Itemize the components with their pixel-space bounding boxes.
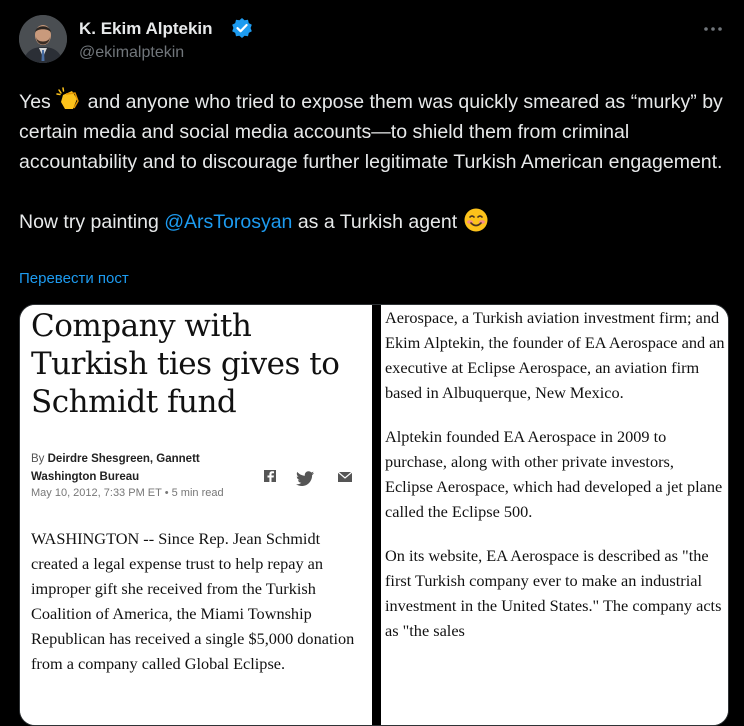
- article-right-panel: Aerospace, a Turkish aviation investment…: [381, 305, 728, 725]
- article-body-left: WASHINGTON -- Since Rep. Jean Schmidt cr…: [31, 529, 355, 673]
- article-body-right: Aerospace, a Turkish aviation investment…: [385, 305, 725, 662]
- tweet-paragraph-2: Now try painting @ArsTorosyan as a Turki…: [19, 207, 729, 237]
- tweet-header: K. Ekim Alptekin @ekimalptekin: [19, 15, 729, 67]
- smiling-face-emoji: [464, 208, 488, 232]
- article-right-paragraph-2: Alptekin founded EA Aerospace in 2009 to…: [385, 427, 723, 521]
- article-right-paragraph-3: On its website, EA Aerospace is describe…: [385, 546, 722, 640]
- article-date: May 10, 2012, 7:33 PM ET • 5 min read: [31, 487, 224, 499]
- article-right-paragraph-1: Aerospace, a Turkish aviation investment…: [385, 308, 725, 402]
- email-icon: [337, 471, 353, 482]
- article-left-panel: Company with Turkish ties gives to Schmi…: [20, 305, 372, 725]
- author-handle[interactable]: @ekimalptekin: [79, 44, 184, 62]
- facebook-icon: [264, 470, 276, 482]
- tweet-text-segment: and anyone who tried to expose them was …: [19, 91, 723, 173]
- tweet-paragraph-1: Yes and anyone who tried to expose them …: [19, 87, 729, 177]
- clapping-hands-emoji: [56, 87, 80, 109]
- byline-bureau: Washington Bureau: [31, 471, 140, 483]
- tweet-text-segment: as a Turkish agent: [292, 211, 463, 233]
- author-avatar[interactable]: [19, 15, 67, 63]
- image-divider: [372, 305, 381, 725]
- byline-prefix: By: [31, 453, 48, 465]
- article-headline: Company with Turkish ties gives to Schmi…: [31, 308, 340, 420]
- author-name[interactable]: K. Ekim Alptekin: [79, 19, 213, 39]
- share-icons: [264, 470, 353, 486]
- article-byline: By Deirdre Shesgreen, Gannett Washington…: [31, 450, 200, 486]
- byline-author: Deirdre Shesgreen, Gannett: [47, 453, 200, 465]
- more-options-icon[interactable]: [701, 19, 725, 39]
- tweet-text-segment: Yes: [19, 91, 57, 113]
- tweet-text: Yes and anyone who tried to expose them …: [19, 87, 729, 237]
- translate-post-link[interactable]: Перевести пост: [19, 270, 129, 287]
- mention-link[interactable]: @ArsTorosyan: [164, 211, 292, 233]
- attached-image[interactable]: Company with Turkish ties gives to Schmi…: [19, 304, 729, 726]
- tweet-text-segment: Now try painting: [19, 211, 165, 233]
- verified-badge-icon: [232, 18, 252, 38]
- twitter-bird-icon: [296, 471, 314, 486]
